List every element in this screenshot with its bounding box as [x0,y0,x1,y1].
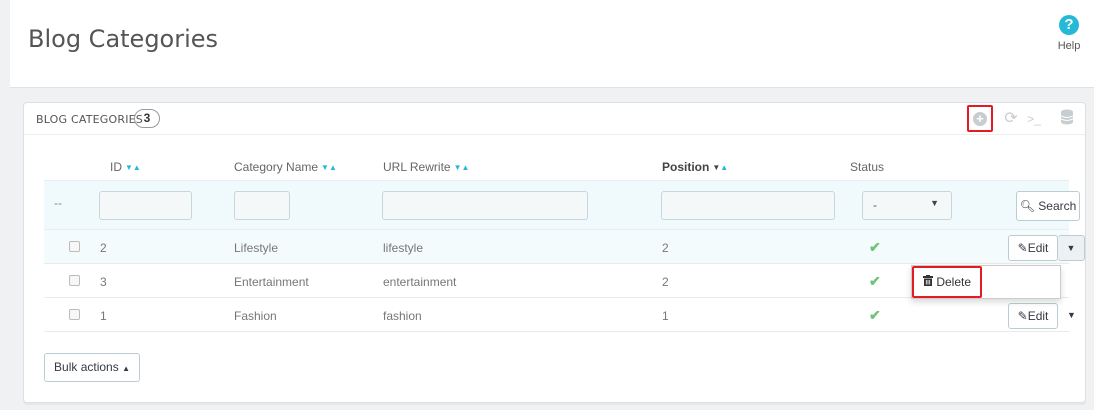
sql-query-icon: >_ [1027,112,1041,126]
actions-dropdown-toggle[interactable]: ▼ [1058,235,1085,261]
cell-url: entertainment [383,275,457,289]
delete-label: Delete [936,275,972,289]
categories-panel: BLOG CATEGORIES 3 + ⟳ >_ ID ▼▲ Category N… [23,102,1086,403]
column-header-name[interactable]: Category Name ▼▲ [234,160,337,174]
pencil-icon: ✎ [1017,241,1028,255]
count-badge: 3 [134,109,160,128]
column-label: ID [110,160,122,174]
check-icon[interactable]: ✔ [869,307,881,324]
add-new-icon: + [973,112,987,126]
edit-button[interactable]: ✎Edit [1008,303,1058,329]
column-header-status: Status [850,160,885,174]
bulk-actions-button[interactable]: Bulk actions ▲ [44,353,140,382]
status-select-value: - [873,198,877,212]
export-database-button[interactable] [1056,109,1078,129]
export-database-icon [1060,109,1074,129]
cell-url: fashion [383,309,422,323]
filter-name-input[interactable] [234,191,290,220]
filter-status-select[interactable]: - ▼ [862,191,952,220]
delete-menu-item[interactable]: Delete [912,266,982,298]
cell-name: Fashion [234,309,277,323]
column-label: Category Name [234,160,319,174]
check-icon[interactable]: ✔ [869,239,881,256]
panel-heading: BLOG CATEGORIES 3 + ⟳ >_ [24,103,1085,135]
filter-url-input[interactable] [382,191,588,220]
sort-arrows-icon[interactable]: ▼▲ [454,163,470,172]
question-circle-icon: ? [1059,15,1079,35]
edit-label: Edit [1027,309,1049,323]
table-row[interactable]: 1 Fashion fashion 1 ✔ ✎Edit ▼ [44,298,1076,332]
caret-up-icon: ▲ [122,364,130,373]
column-header-url[interactable]: URL Rewrite ▼▲ [383,160,469,174]
sort-arrows-icon[interactable]: ▼▲ [125,163,141,172]
add-new-button[interactable]: + [967,105,993,132]
filter-placeholder: -- [54,196,62,210]
pencil-icon: ✎ [1017,309,1028,323]
column-header-position[interactable]: Position ▼▲ [662,160,728,174]
help-label: Help [1057,40,1081,52]
cell-position: 2 [662,275,669,289]
search-button[interactable]: 🔍︎ Search [1016,191,1080,221]
row-checkbox[interactable] [69,275,80,286]
chevron-down-icon: ▼ [930,198,939,208]
panel-title: BLOG CATEGORIES [36,113,143,126]
filter-position-input[interactable] [661,191,835,220]
caret-down-icon: ▼ [1067,310,1076,320]
sort-arrows-icon[interactable]: ▼▲ [321,163,337,172]
cell-id: 2 [100,241,107,255]
table-row[interactable]: 2 Lifestyle lifestyle 2 ✔ ✎Edit ▼ [44,230,1085,264]
sql-query-button[interactable]: >_ [1023,109,1045,129]
search-icon: 🔍︎ [1019,199,1035,213]
cell-position: 1 [662,309,669,323]
cell-id: 3 [100,275,107,289]
help-button[interactable]: ? Help [1052,15,1086,52]
row-checkbox[interactable] [69,309,80,320]
cell-position: 2 [662,241,669,255]
sort-arrows-icon[interactable]: ▼▲ [712,163,728,172]
page-header: Blog Categories ? Help [10,0,1094,88]
bulk-actions-label: Bulk actions [54,360,119,374]
cell-name: Lifestyle [234,241,279,255]
trash-icon [923,275,936,289]
row-actions-menu: Delete [911,265,1061,299]
column-label: Position [662,160,710,174]
check-icon[interactable]: ✔ [869,273,881,290]
filter-id-input[interactable] [99,191,192,220]
column-label: URL Rewrite [383,160,451,174]
cell-url: lifestyle [383,241,424,255]
edit-button[interactable]: ✎Edit [1008,235,1058,261]
refresh-button[interactable]: ⟳ [1000,109,1022,129]
column-header-id[interactable]: ID ▼▲ [110,160,141,174]
cell-id: 1 [100,309,107,323]
row-checkbox[interactable] [69,241,80,252]
search-label: Search [1038,199,1077,213]
caret-down-icon: ▼ [1066,243,1076,253]
actions-dropdown-toggle[interactable]: ▼ [1058,303,1085,329]
refresh-icon: ⟳ [1004,110,1018,127]
page-title: Blog Categories [28,25,219,53]
cell-name: Entertainment [234,275,309,289]
filter-row: -- - ▼ 🔍︎ Search [44,180,1080,230]
edit-label: Edit [1027,241,1049,255]
